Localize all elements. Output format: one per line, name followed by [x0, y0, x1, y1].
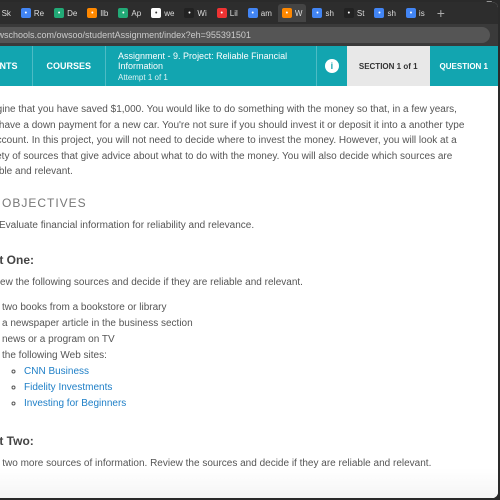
browser-tab[interactable]: •Lil: [213, 4, 242, 22]
favicon-icon: •: [344, 8, 354, 18]
objectives-header: ✓ OBJECTIVES: [0, 196, 468, 210]
favicon-icon: •: [217, 8, 227, 18]
favicon-icon: •: [282, 8, 292, 18]
tab-label: Lil: [230, 9, 238, 18]
list-item: news or a program on TV: [2, 332, 468, 348]
new-tab-button[interactable]: +: [431, 5, 451, 21]
browser-tabs-bar: •W•Sk•Re•De•llb•Ap•we•Wi•Lil•am•W•sh•St•…: [0, 2, 498, 24]
list-item: Investing for Beginners: [24, 396, 468, 412]
favicon-icon: •: [21, 8, 31, 18]
browser-url-bar: [0, 24, 498, 46]
list-item: the following Web sites: CNN Business Fi…: [2, 348, 468, 412]
nav-assignments[interactable]: SIGNMENTS: [0, 46, 33, 86]
info-button[interactable]: i: [317, 46, 347, 86]
tab-label: llb: [100, 9, 108, 18]
favicon-icon: •: [374, 8, 384, 18]
browser-tab[interactable]: •am: [244, 4, 276, 22]
list-item: CNN Business: [24, 364, 468, 380]
tab-label: sh: [387, 9, 395, 18]
tab-label: W: [295, 9, 303, 18]
tab-label: Ap: [131, 9, 141, 18]
nav-courses[interactable]: COURSES: [33, 46, 107, 86]
browser-tab[interactable]: •we: [147, 4, 178, 22]
sources-list: two books from a bookstore or library a …: [2, 300, 468, 412]
tab-label: am: [261, 9, 272, 18]
objective-item: ▸ Evaluate financial information for rel…: [0, 220, 468, 231]
tab-label: Sk: [2, 9, 11, 18]
browser-tab[interactable]: •Ap: [114, 4, 145, 22]
favicon-icon: •: [151, 8, 161, 18]
link-investing[interactable]: Investing for Beginners: [24, 398, 126, 409]
browser-tab[interactable]: •Sk: [0, 4, 15, 22]
favicon-icon: •: [87, 8, 97, 18]
browser-tab[interactable]: •Re: [17, 4, 48, 22]
tab-label: De: [67, 9, 77, 18]
tab-label: Re: [34, 9, 44, 18]
favicon-icon: •: [406, 8, 416, 18]
objectives-title: OBJECTIVES: [2, 196, 87, 210]
list-item: two books from a bookstore or library: [2, 300, 468, 316]
part-one-intro: Review the following sources and decide …: [0, 275, 468, 290]
intro-paragraph: Imagine that you have saved $1,000. You …: [0, 102, 468, 180]
browser-tab[interactable]: •llb: [83, 4, 112, 22]
browser-tab[interactable]: •De: [50, 4, 81, 22]
list-item: a newspaper article in the business sect…: [2, 316, 468, 332]
lms-header: SIGNMENTS COURSES Assignment - 9. Projec…: [0, 46, 498, 86]
favicon-icon: •: [54, 8, 64, 18]
info-icon: i: [325, 59, 339, 73]
objective-text: Evaluate financial information for relia…: [0, 220, 254, 231]
favicon-icon: •: [184, 8, 194, 18]
attempt-label: Attempt 1 of 1: [118, 73, 304, 82]
browser-tab[interactable]: •St: [340, 4, 369, 22]
link-cnn[interactable]: CNN Business: [24, 366, 89, 377]
tab-label: is: [419, 9, 425, 18]
browser-tab[interactable]: •Wi: [180, 4, 210, 22]
browser-tab[interactable]: •W: [278, 4, 307, 22]
browser-tab[interactable]: •sh: [308, 4, 337, 22]
part-two-heading: Part Two:: [0, 434, 468, 448]
browser-tab[interactable]: •sh: [370, 4, 399, 22]
favicon-icon: •: [312, 8, 322, 18]
assignment-info: Assignment - 9. Project: Reliable Financ…: [106, 46, 317, 86]
websites-list: CNN Business Fidelity Investments Invest…: [24, 364, 468, 412]
list-item-label: the following Web sites:: [2, 350, 107, 361]
part-two-intro: Find two more sources of information. Re…: [0, 456, 468, 471]
link-fidelity[interactable]: Fidelity Investments: [24, 382, 112, 393]
list-item: Fidelity Investments: [24, 380, 468, 396]
browser-window: •W•Sk•Re•De•llb•Ap•we•Wi•Lil•am•W•sh•St•…: [0, 2, 498, 498]
tab-label: we: [164, 9, 174, 18]
content-area: Imagine that you have saved $1,000. You …: [0, 86, 498, 498]
address-input[interactable]: [0, 27, 490, 43]
assignment-title: Assignment - 9. Project: Reliable Financ…: [118, 51, 304, 71]
favicon-icon: •: [248, 8, 258, 18]
tab-label: St: [357, 9, 365, 18]
tab-label: Wi: [197, 9, 206, 18]
section-indicator[interactable]: SECTION 1 of 1: [347, 46, 430, 86]
favicon-icon: •: [118, 8, 128, 18]
question-indicator[interactable]: QUESTION 1: [430, 46, 498, 86]
tab-label: sh: [325, 9, 333, 18]
browser-tab[interactable]: •is: [402, 4, 429, 22]
part-one-heading: Part One:: [0, 253, 468, 267]
